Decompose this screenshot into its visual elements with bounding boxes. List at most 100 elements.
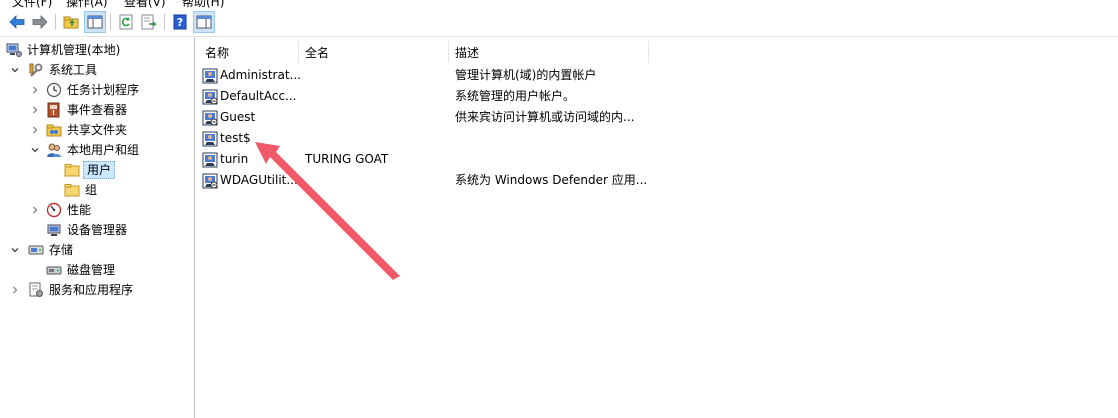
description-cell: 系统为 Windows Defender 应用...: [455, 173, 648, 187]
computer-management-icon: [6, 42, 22, 58]
expand-chevron-icon[interactable]: [28, 83, 42, 97]
full-name-cell: TURING GOAT: [305, 152, 389, 166]
refresh-button[interactable]: [116, 12, 136, 32]
users-group-icon: [46, 142, 62, 158]
expand-chevron-icon[interactable]: [28, 123, 42, 137]
collapse-chevron-icon[interactable]: [8, 63, 22, 77]
console-tree[interactable]: 计算机管理(本地) 系统工具 任务计划程序 ! 事件查看器 共享文件夹 本地用户…: [0, 37, 195, 418]
refresh-icon: [119, 14, 133, 30]
show-hide-console-tree-icon: [87, 15, 103, 29]
user-account-disabled-icon: [202, 89, 218, 104]
tree-item-performance[interactable]: 性能: [28, 200, 93, 220]
folder-icon: [64, 162, 80, 178]
tree-item-local-users-groups[interactable]: 本地用户和组: [28, 140, 141, 160]
help-icon: ?: [173, 14, 187, 30]
folder-icon: [64, 182, 80, 198]
description-cell: [455, 130, 655, 147]
system-tools-icon: [28, 62, 44, 78]
tree-item-users[interactable]: 用户: [64, 160, 116, 180]
user-account-disabled-icon: [202, 173, 218, 188]
full-name-cell: [305, 172, 445, 189]
table-row[interactable]: WDAGUtilit... 系统为 Windows Defender 应用...: [197, 170, 1097, 191]
tree-label: 共享文件夹: [67, 123, 128, 137]
tree-label: 服务和应用程序: [49, 283, 134, 297]
export-list-button[interactable]: [139, 12, 159, 32]
tree-label: 性能: [67, 203, 92, 217]
column-header-full-name[interactable]: 全名: [305, 41, 445, 63]
tree-item-services-apps[interactable]: 服务和应用程序: [8, 280, 135, 300]
tree-label: 磁盘管理: [67, 263, 116, 277]
description-cell: 系统管理的用户帐户。: [455, 89, 576, 103]
svg-text:!: !: [52, 109, 55, 117]
show-hide-action-pane-button[interactable]: [193, 11, 215, 33]
user-list-view[interactable]: 名称 全名 描述 Administrat... 管理计算机(域)的内置帐户 De…: [197, 37, 1118, 418]
column-header-description[interactable]: 描述: [455, 41, 645, 63]
expand-chevron-icon[interactable]: [28, 103, 42, 117]
performance-gauge-icon: [46, 202, 62, 218]
clock-icon: [46, 82, 62, 98]
show-hide-action-pane-icon: [196, 15, 212, 29]
collapse-chevron-icon[interactable]: [8, 243, 22, 257]
full-name-cell: [305, 67, 445, 84]
table-row[interactable]: test$: [197, 128, 1097, 149]
tree-item-groups[interactable]: 组: [64, 180, 99, 200]
tree-label: 本地用户和组: [67, 143, 140, 157]
tree-label: 计算机管理(本地): [27, 43, 121, 57]
tree-label: 事件查看器: [67, 103, 128, 117]
table-row[interactable]: turin TURING GOAT: [197, 149, 1097, 170]
menu-view[interactable]: 查看(V): [124, 0, 166, 8]
menu-action[interactable]: 操作(A): [66, 0, 108, 8]
disk-management-icon: [46, 262, 62, 278]
tree-item-storage[interactable]: 存储: [8, 240, 75, 260]
user-account-disabled-icon: [202, 110, 218, 125]
user-name-cell: turin: [202, 151, 302, 168]
user-account-icon: [202, 152, 218, 167]
tree-label: 用户: [83, 161, 116, 179]
toolbar: ?: [0, 8, 1118, 37]
tree-item-computer-management[interactable]: 计算机管理(本地): [6, 40, 122, 60]
user-name-cell: Guest: [202, 109, 302, 126]
back-button[interactable]: [7, 12, 27, 32]
tree-item-shared-folders[interactable]: 共享文件夹: [28, 120, 129, 140]
description-cell: 管理计算机(域)的内置帐户: [455, 68, 597, 82]
export-list-icon: [141, 14, 157, 30]
back-icon: [9, 15, 25, 29]
expand-chevron-icon[interactable]: [8, 283, 22, 297]
forward-button[interactable]: [30, 12, 50, 32]
description-cell: [455, 151, 655, 168]
tree-label: 设备管理器: [67, 223, 128, 237]
user-name-cell: test$: [202, 130, 302, 147]
tree-item-device-manager[interactable]: 设备管理器: [46, 220, 129, 240]
tree-item-task-scheduler[interactable]: 任务计划程序: [28, 80, 141, 100]
tree-item-system-tools[interactable]: 系统工具: [8, 60, 99, 80]
table-row[interactable]: DefaultAcc... 系统管理的用户帐户。: [197, 86, 1097, 107]
tree-item-event-viewer[interactable]: ! 事件查看器: [28, 100, 129, 120]
tree-label: 组: [85, 183, 98, 197]
user-account-icon: [202, 68, 218, 83]
user-name-cell: WDAGUtilit...: [202, 172, 302, 189]
forward-icon: [32, 15, 48, 29]
tree-label: 存储: [49, 243, 74, 257]
show-hide-console-tree-button[interactable]: [84, 11, 106, 33]
description-cell: 供来宾访问计算机或访问域的内...: [455, 110, 635, 124]
services-icon: [28, 282, 44, 298]
user-name-cell: Administrat...: [202, 67, 302, 84]
column-header-name[interactable]: 名称: [205, 41, 297, 63]
menu-help[interactable]: 帮助(H): [182, 0, 224, 8]
tree-item-disk-management[interactable]: 磁盘管理: [46, 260, 117, 280]
expand-chevron-icon[interactable]: [28, 203, 42, 217]
up-folder-icon: [63, 16, 79, 29]
tree-label: 任务计划程序: [67, 83, 140, 97]
up-folder-button[interactable]: [61, 12, 81, 32]
menu-file[interactable]: 文件(F): [12, 0, 52, 8]
shared-folder-icon: [46, 122, 62, 138]
menu-bar: 文件(F) 操作(A) 查看(V) 帮助(H): [0, 0, 1118, 8]
svg-text:?: ?: [177, 16, 183, 29]
collapse-chevron-icon[interactable]: [28, 143, 42, 157]
table-row[interactable]: Administrat... 管理计算机(域)的内置帐户: [197, 65, 1097, 86]
full-name-cell: [305, 130, 445, 147]
user-account-icon: [202, 131, 218, 146]
help-button[interactable]: ?: [170, 12, 190, 32]
table-row[interactable]: Guest 供来宾访问计算机或访问域的内...: [197, 107, 1097, 128]
event-viewer-icon: !: [46, 102, 62, 118]
